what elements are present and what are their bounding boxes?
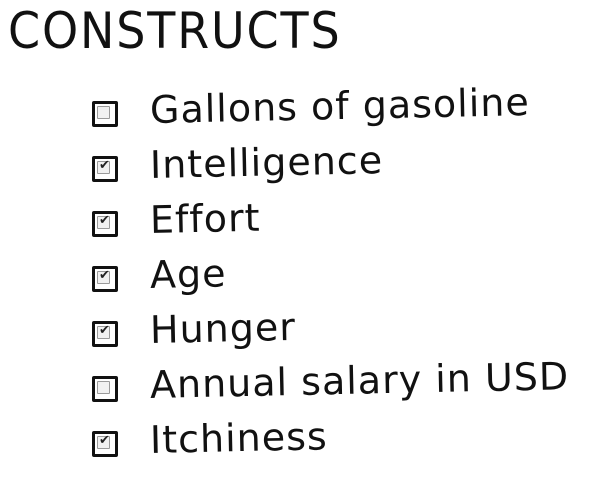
page-title: CONSTRUCTS — [8, 2, 342, 60]
list-item: ✔ Effort — [92, 192, 569, 247]
item-label: Age — [149, 250, 227, 297]
item-label: Hunger — [149, 304, 297, 352]
checkmark-icon: ✔ — [99, 267, 110, 283]
constructs-list: Gallons of gasoline ✔ Intelligence ✔ Eff… — [92, 79, 570, 467]
checkmark-icon: ✔ — [99, 157, 110, 173]
checkmark-icon: ✔ — [99, 212, 110, 228]
checkbox-intelligence[interactable]: ✔ — [92, 155, 118, 182]
list-item: Gallons of gasoline — [92, 79, 569, 137]
list-item: ✔ Intelligence — [92, 137, 569, 192]
checkbox-itchiness[interactable]: ✔ — [92, 430, 118, 457]
checkbox-inner: ✔ — [97, 157, 110, 174]
item-label: Intelligence — [149, 137, 384, 187]
checkbox-inner: ✔ — [97, 212, 110, 229]
list-item: ✔ Age — [92, 247, 569, 302]
checkbox-effort[interactable]: ✔ — [92, 210, 118, 237]
checkbox-inner — [97, 105, 110, 119]
checkbox-inner: ✔ — [97, 432, 110, 449]
item-label: Gallons of gasoline — [149, 79, 531, 132]
item-label: Itchiness — [149, 413, 329, 462]
checkbox-annual-salary-in-usd[interactable] — [92, 375, 118, 402]
checkbox-inner: ✔ — [97, 267, 110, 284]
list-item: Annual salary in USD — [92, 353, 570, 412]
list-item: ✔ Hunger — [92, 302, 569, 357]
checkbox-age[interactable]: ✔ — [92, 265, 118, 292]
item-label: Effort — [149, 195, 261, 242]
item-label: Annual salary in USD — [149, 353, 570, 407]
checkmark-icon: ✔ — [99, 432, 110, 448]
checkbox-inner — [97, 380, 110, 394]
checkmark-icon: ✔ — [99, 322, 110, 338]
list-item: ✔ Itchiness — [92, 412, 569, 467]
checkbox-inner: ✔ — [97, 322, 110, 339]
checkbox-hunger[interactable]: ✔ — [92, 320, 118, 347]
checkbox-gallons-of-gasoline[interactable] — [92, 100, 118, 127]
